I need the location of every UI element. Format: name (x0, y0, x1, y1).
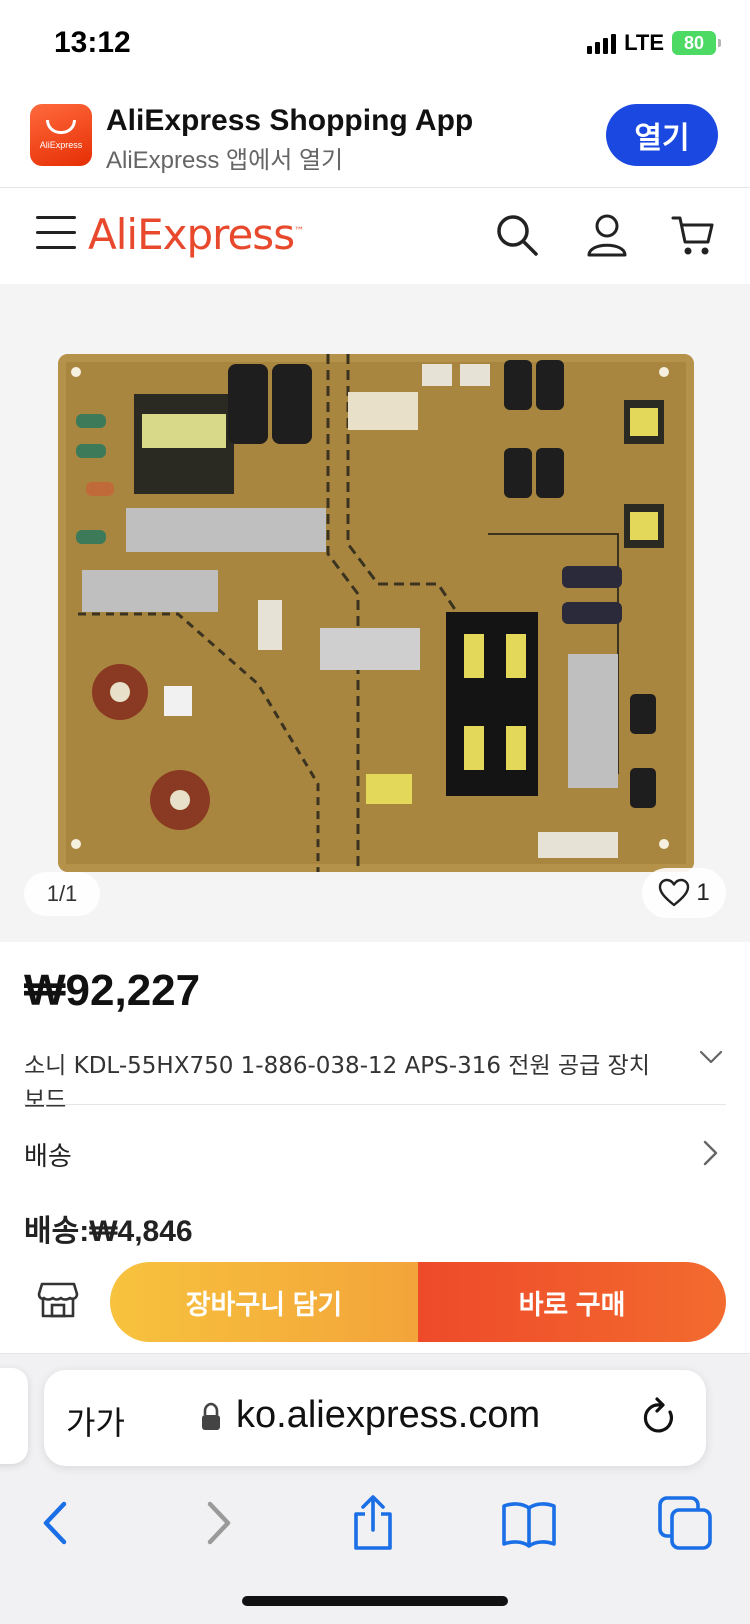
status-bar: 13:12 LTE 80 (0, 0, 750, 92)
safari-browser-chrome: 가가 ko.aliexpress.com (0, 1354, 750, 1624)
share-icon[interactable] (344, 1494, 402, 1552)
chevron-down-icon[interactable] (698, 1044, 724, 1070)
address-bar[interactable]: 가가 ko.aliexpress.com (44, 1370, 706, 1466)
hamburger-menu-icon[interactable] (36, 216, 76, 250)
power-board-illustration (58, 354, 694, 872)
divider (24, 1104, 726, 1105)
account-icon[interactable] (584, 212, 630, 258)
home-indicator[interactable] (242, 1596, 508, 1606)
forward-arrow-icon[interactable] (188, 1494, 246, 1552)
search-icon[interactable] (494, 212, 540, 258)
chevron-right-icon[interactable] (698, 1138, 722, 1168)
product-image[interactable] (58, 354, 694, 872)
shipping-fee: 배송:₩4,846 (24, 1215, 193, 1248)
brand-trademark: ™ (294, 226, 304, 237)
product-price: ₩92,227 (24, 966, 201, 1015)
open-app-button[interactable]: 열기 (606, 104, 718, 166)
status-indicators: LTE 80 (587, 30, 721, 56)
app-logo-text: AliExpress (39, 140, 83, 150)
status-time: 13:12 (54, 26, 131, 59)
app-banner-title: AliExpress Shopping App (106, 104, 474, 137)
shipping-label[interactable]: 배송 (24, 1136, 72, 1173)
battery-icon: 80 (672, 31, 721, 55)
bookmarks-icon[interactable] (500, 1494, 558, 1552)
brand-name: AliExpress (88, 210, 295, 259)
lock-icon (202, 1402, 220, 1430)
battery-level: 80 (683, 32, 705, 53)
back-arrow-icon[interactable] (28, 1494, 86, 1552)
image-counter: 1/1 (24, 872, 100, 916)
text-size-button[interactable]: 가가 (66, 1398, 125, 1444)
product-gallery[interactable]: 1/1 1 (0, 284, 750, 942)
brand-logo[interactable]: AliExpress™ (88, 210, 304, 259)
url-text[interactable]: ko.aliexpress.com (236, 1394, 540, 1437)
network-type: LTE (624, 30, 664, 55)
store-icon[interactable] (36, 1276, 80, 1320)
wishlist-button[interactable]: 1 (642, 868, 726, 918)
signal-icon (587, 32, 617, 54)
heart-icon (659, 878, 690, 907)
previous-tab-preview[interactable] (0, 1368, 28, 1464)
app-banner-subtitle: AliExpress 앱에서 열기 (106, 147, 344, 174)
site-header: AliExpress™ (0, 188, 750, 284)
aliexpress-app-icon: AliExpress (30, 104, 92, 166)
buy-now-button[interactable]: 바로 구매 (418, 1262, 726, 1342)
app-install-banner: AliExpress AliExpress Shopping App AliEx… (0, 92, 750, 188)
cart-icon[interactable] (670, 212, 716, 258)
reload-icon[interactable] (640, 1396, 680, 1440)
wishlist-count: 1 (696, 879, 710, 906)
add-to-cart-button[interactable]: 장바구니 담기 (110, 1262, 418, 1342)
purchase-action-bar: 장바구니 담기 바로 구매 (0, 1254, 750, 1354)
tabs-icon[interactable] (656, 1494, 714, 1552)
